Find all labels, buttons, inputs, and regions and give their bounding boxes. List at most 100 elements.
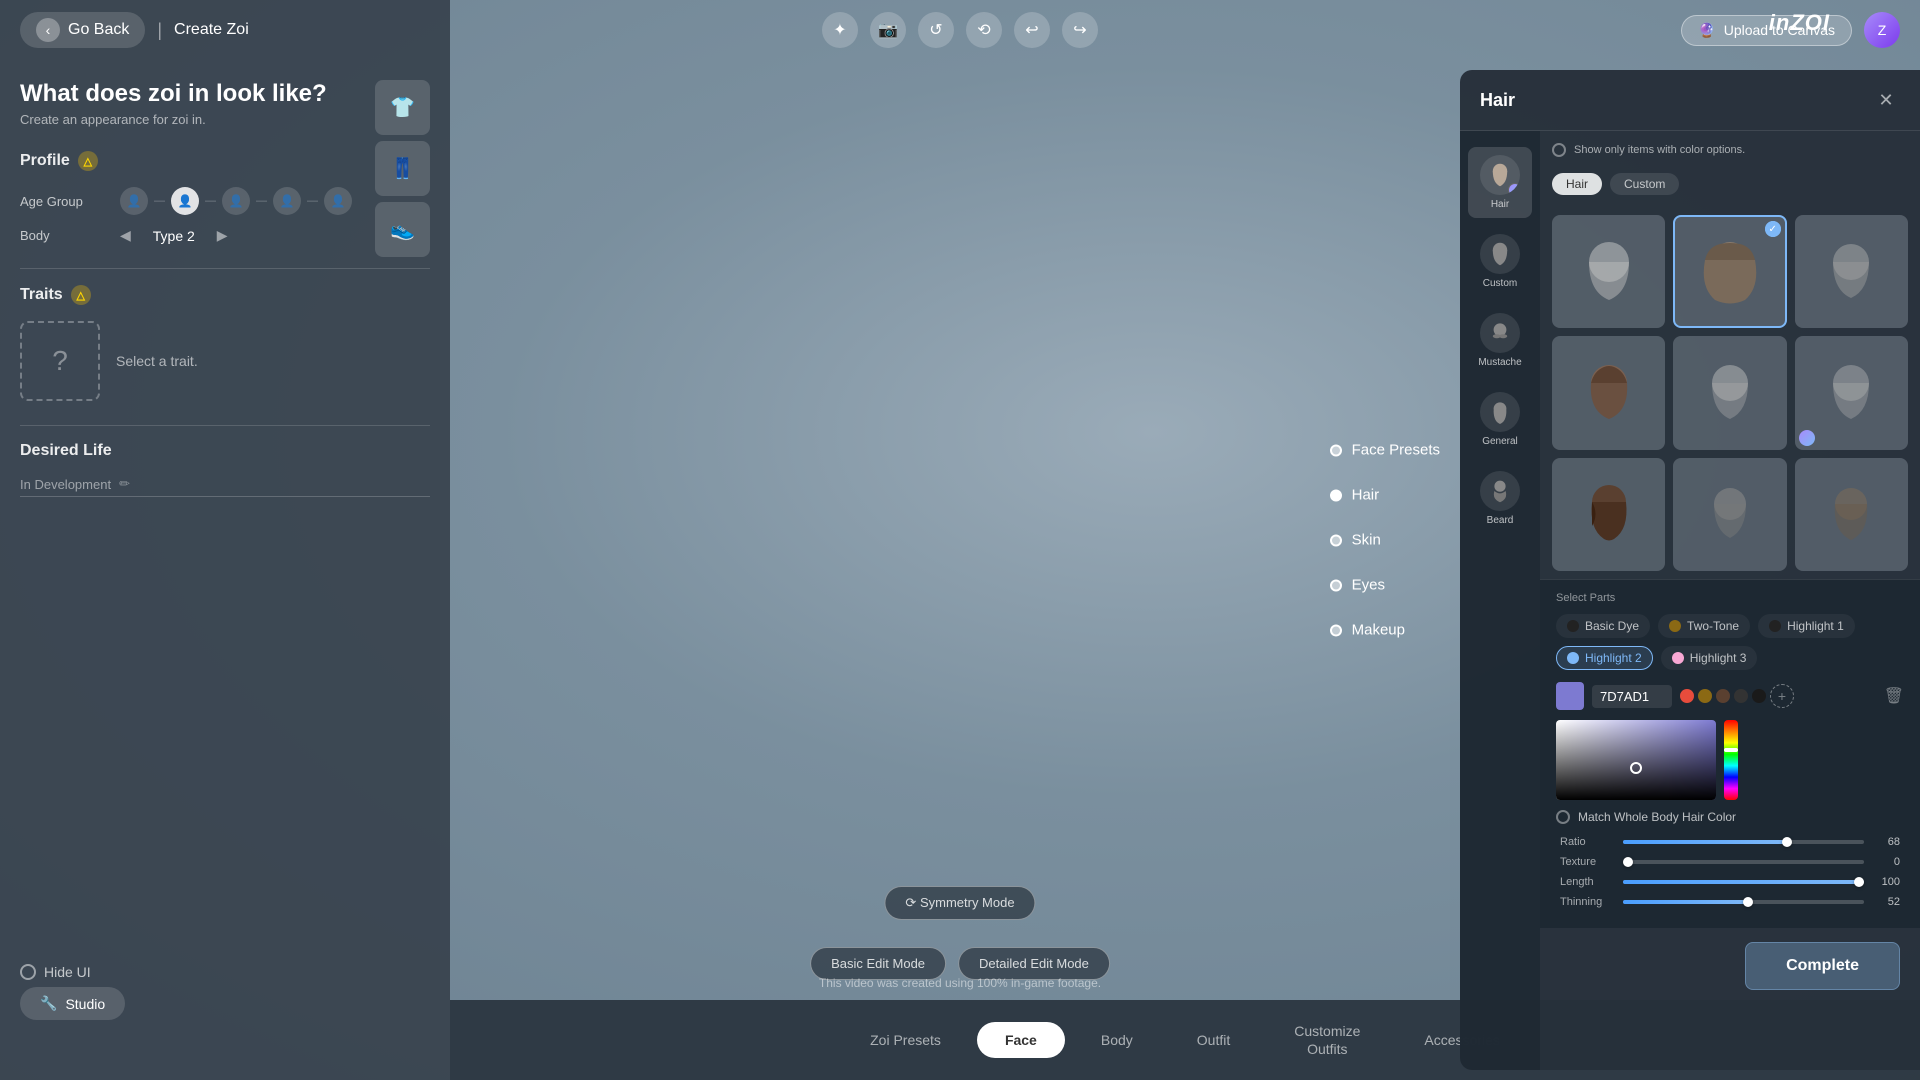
add-color-button[interactable]: + — [1770, 684, 1794, 708]
hair-icon-label-general: General — [1482, 436, 1518, 447]
tool-rotate-button[interactable]: ↺ — [918, 12, 954, 48]
hair-item-7[interactable] — [1552, 458, 1665, 571]
hair-item-4[interactable] — [1552, 336, 1665, 449]
sub-question: Create an appearance for zoi in. — [20, 112, 430, 127]
preset-black[interactable] — [1752, 689, 1766, 703]
hair-sub-tab-hair[interactable]: Hair — [1552, 173, 1602, 195]
tool-camera-button[interactable]: 📷 — [870, 12, 906, 48]
age-child-icon[interactable]: 👤 — [120, 187, 148, 215]
hair-icon-beard[interactable]: Beard — [1468, 463, 1532, 534]
hair-panel: Hair ✕ Hair — [1460, 70, 1920, 1070]
side-label-hair[interactable]: Hair — [1330, 487, 1440, 504]
age-elder-icon[interactable]: 👤 — [273, 187, 301, 215]
thinning-fill — [1623, 900, 1748, 904]
profile-section: Profile △ Age Group 👤 — 👤 — 👤 — 👤 — 👤 Bo… — [20, 151, 430, 244]
chip-highlight-2[interactable]: Highlight 2 — [1556, 646, 1653, 670]
age-senior-icon[interactable]: 👤 — [324, 187, 352, 215]
body-label: Body — [20, 228, 120, 243]
divider-1 — [20, 268, 430, 269]
texture-thumb[interactable] — [1623, 857, 1633, 867]
hide-ui-radio — [20, 964, 36, 980]
age-teen-icon[interactable]: 👤 — [171, 187, 199, 215]
hair-icon-custom[interactable]: Custom — [1468, 226, 1532, 297]
tab-zoi-presets[interactable]: Zoi Presets — [842, 1022, 969, 1058]
hair-panel-content: Hair Custom — [1460, 131, 1920, 1070]
chip-label-highlight-2: Highlight 2 — [1585, 651, 1642, 665]
texture-label: Texture — [1560, 856, 1615, 868]
ratio-thumb[interactable] — [1782, 837, 1792, 847]
age-adult-icon[interactable]: 👤 — [222, 187, 250, 215]
side-label-makeup[interactable]: Makeup — [1330, 622, 1440, 639]
delete-color-button[interactable]: 🗑 — [1884, 686, 1904, 706]
texture-track[interactable] — [1623, 860, 1864, 864]
hide-ui-button[interactable]: Hide UI — [20, 964, 91, 980]
side-label-face-presets[interactable]: Face Presets — [1330, 442, 1440, 459]
chip-highlight-3[interactable]: Highlight 3 — [1661, 646, 1758, 670]
edit-desired-life-icon[interactable]: ✏ — [119, 476, 130, 492]
hair-icon-general[interactable]: General — [1468, 384, 1532, 455]
outfit-thumb-bottom[interactable]: 👖 — [375, 141, 430, 196]
hair-icon-mustache[interactable]: Mustache — [1468, 305, 1532, 376]
selected-checkmark: ✓ — [1765, 221, 1781, 237]
hue-slider[interactable] — [1724, 720, 1738, 800]
preset-dark-gray[interactable] — [1734, 689, 1748, 703]
tab-outfit[interactable]: Outfit — [1169, 1022, 1258, 1058]
side-label-hair-text: Hair — [1352, 487, 1380, 504]
tab-face[interactable]: Face — [977, 1022, 1065, 1058]
hair-item-8[interactable] — [1673, 458, 1786, 571]
tool-undo-button[interactable]: ↩ — [1014, 12, 1050, 48]
tool-crosshair-button[interactable]: ✦ — [822, 12, 858, 48]
hair-icon-label-beard: Beard — [1487, 515, 1514, 526]
body-selector: ◀ Type 2 ▶ — [120, 227, 228, 244]
body-prev-button[interactable]: ◀ — [120, 227, 131, 244]
complete-button[interactable]: Complete — [1745, 942, 1900, 990]
tool-redo-button[interactable]: ↪ — [1062, 12, 1098, 48]
hair-item-9[interactable] — [1795, 458, 1908, 571]
toolbar: ✦ 📷 ↺ ⟲ ↩ ↪ — [822, 12, 1098, 48]
body-next-button[interactable]: ▶ — [217, 227, 228, 244]
texture-slider-row: Texture 0 — [1560, 856, 1900, 868]
side-label-skin[interactable]: Skin — [1330, 532, 1440, 549]
hair-icon-label-custom: Custom — [1483, 278, 1517, 289]
hair-panel-close-button[interactable]: ✕ — [1872, 86, 1900, 114]
preset-dark-brown[interactable] — [1716, 689, 1730, 703]
chip-basic-dye[interactable]: Basic Dye — [1556, 614, 1650, 638]
hair-sub-tab-custom[interactable]: Custom — [1610, 173, 1679, 195]
tool-mirror-button[interactable]: ⟲ — [966, 12, 1002, 48]
chip-highlight-1[interactable]: Highlight 1 — [1758, 614, 1855, 638]
hair-item-5[interactable] — [1673, 336, 1786, 449]
outfit-thumb-shoes[interactable]: 👟 — [375, 202, 430, 257]
back-button[interactable]: ‹ Go Back — [20, 12, 145, 48]
thinning-thumb[interactable] — [1743, 897, 1753, 907]
preset-red[interactable] — [1680, 689, 1694, 703]
hair-icon-hair[interactable]: Hair — [1468, 147, 1532, 218]
length-thumb[interactable] — [1854, 877, 1864, 887]
thinning-track[interactable] — [1623, 900, 1864, 904]
show-only-label: Show only items with color options. — [1574, 144, 1745, 156]
preset-brown[interactable] — [1698, 689, 1712, 703]
show-only-radio[interactable] — [1552, 143, 1566, 157]
color-swatch-main[interactable] — [1556, 682, 1584, 710]
user-avatar[interactable]: Z — [1864, 12, 1900, 48]
hex-input[interactable] — [1592, 685, 1672, 708]
outfit-thumb-top[interactable]: 👕 — [375, 80, 430, 135]
chip-two-tone[interactable]: Two-Tone — [1658, 614, 1750, 638]
tab-customize-outfits[interactable]: CustomizeOutfits — [1266, 1012, 1388, 1068]
tab-body[interactable]: Body — [1073, 1022, 1161, 1058]
hair-sub-tabs: Hair Custom — [1540, 161, 1920, 207]
age-group-label: Age Group — [20, 194, 120, 209]
profile-label: Profile △ — [20, 151, 430, 171]
hair-item-3[interactable] — [1795, 215, 1908, 328]
hair-item-1[interactable] — [1552, 215, 1665, 328]
hair-item-2[interactable]: ✓ — [1673, 215, 1786, 328]
trait-empty-box[interactable]: ? — [20, 321, 100, 401]
symmetry-mode-button[interactable]: ⟳ Symmetry Mode — [884, 886, 1035, 920]
saturation-picker[interactable] — [1556, 720, 1716, 800]
hair-item-6[interactable] — [1795, 336, 1908, 449]
age-group-row: Age Group 👤 — 👤 — 👤 — 👤 — 👤 — [20, 187, 430, 215]
ratio-track[interactable] — [1623, 840, 1864, 844]
side-label-eyes[interactable]: Eyes — [1330, 577, 1440, 594]
match-color-radio[interactable] — [1556, 810, 1570, 824]
studio-button[interactable]: 🔧 Studio — [20, 987, 125, 1020]
length-track[interactable] — [1623, 880, 1864, 884]
